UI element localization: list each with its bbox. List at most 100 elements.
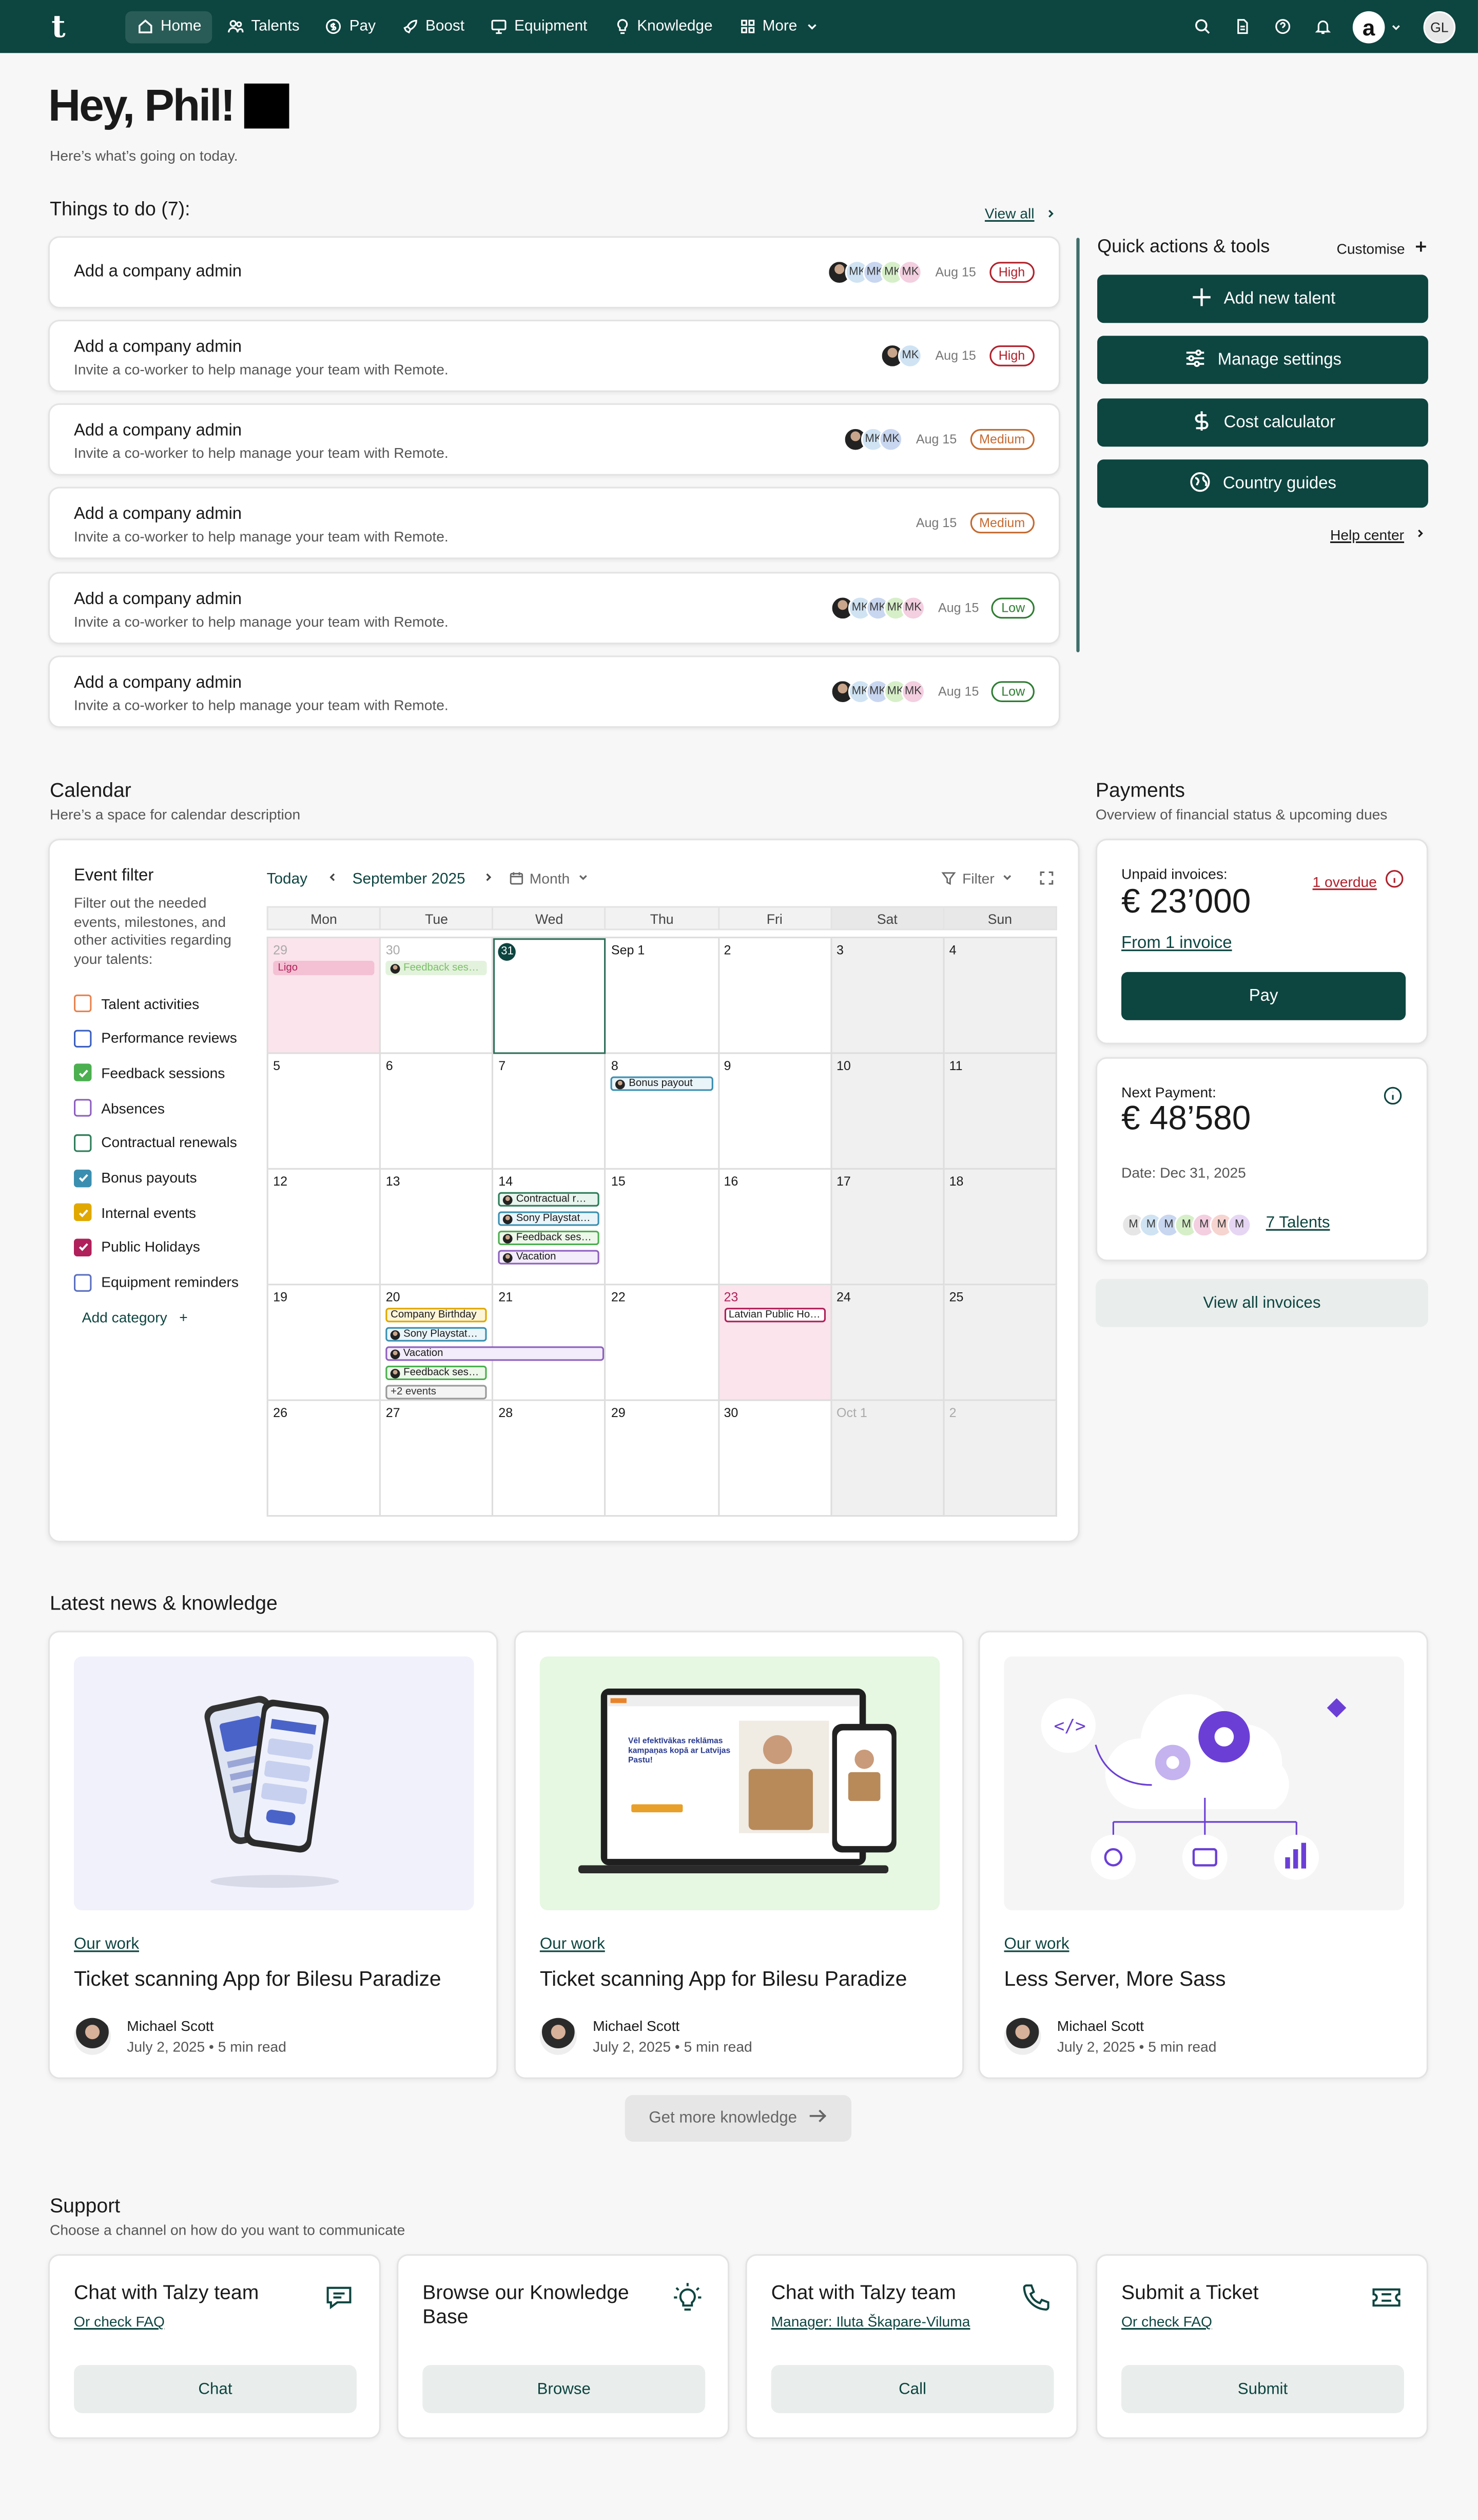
browse-button[interactable]: Browse xyxy=(422,2364,706,2413)
calendar-day[interactable]: 16 xyxy=(719,1169,832,1286)
category-filter[interactable]: Feedback sessions xyxy=(73,1064,225,1082)
nav-knowledge[interactable]: Knowledge xyxy=(601,10,724,43)
calendar-event[interactable]: Vacation xyxy=(385,1346,605,1361)
calendar-event[interactable]: Ligo xyxy=(273,960,375,976)
country-guides-button[interactable]: Country guides xyxy=(1097,459,1428,508)
calendar-day[interactable]: 15 xyxy=(606,1169,719,1286)
calendar-day[interactable]: 6 xyxy=(381,1054,494,1170)
calendar-day[interactable]: 4 xyxy=(944,938,1057,1054)
calendar-event[interactable]: Feedback ses… xyxy=(498,1230,600,1246)
checkbox-checked[interactable] xyxy=(73,1169,92,1187)
add-category-button[interactable]: Add category + xyxy=(82,1309,188,1325)
checkbox[interactable] xyxy=(73,1273,92,1291)
calendar-day[interactable]: 27 xyxy=(381,1401,494,1517)
calendar-day[interactable]: 14 Contractual r… Sony Playstat… Feedback s… xyxy=(493,1169,607,1286)
calendar-event[interactable]: Company Birthday xyxy=(385,1308,488,1323)
checkbox[interactable] xyxy=(73,1029,92,1048)
calendar-day[interactable]: 23 Latvian Public Ho… xyxy=(719,1285,832,1401)
calendar-event[interactable]: Feedback ses… xyxy=(385,960,488,976)
todo-item[interactable]: Add a company admin Invite a co-worker to… xyxy=(48,572,1061,645)
chat-button[interactable]: Chat xyxy=(73,2364,357,2413)
submit-button[interactable]: Submit xyxy=(1121,2364,1404,2413)
todo-item[interactable]: Add a company admin Invite a co-worker to… xyxy=(48,655,1061,728)
calendar-day[interactable]: 3 xyxy=(831,938,945,1054)
talents-link[interactable]: 7 Talents xyxy=(1266,1215,1330,1232)
calendar-day[interactable]: 29 Ligo xyxy=(268,938,381,1054)
calendar-day[interactable]: 24 xyxy=(831,1285,945,1401)
category-filter[interactable]: Equipment reminders xyxy=(73,1273,239,1291)
search-icon[interactable] xyxy=(1192,17,1212,36)
call-button[interactable]: Call xyxy=(771,2364,1054,2413)
calendar-event[interactable]: Feedback ses… xyxy=(385,1365,488,1381)
news-card-3[interactable]: </> Our work Less Server, More Sass Mich… xyxy=(978,1631,1428,2079)
document-icon[interactable] xyxy=(1232,17,1252,36)
company-switcher[interactable]: a xyxy=(1352,10,1403,43)
view-selector[interactable]: Month xyxy=(509,870,589,887)
add-new-talent-button[interactable]: Add new talent xyxy=(1097,275,1428,323)
faq-link[interactable]: Or check FAQ xyxy=(74,2314,165,2330)
calendar-day[interactable]: 11 xyxy=(944,1054,1057,1170)
todo-item[interactable]: Add a company admin Invite a co-worker to… xyxy=(48,319,1061,392)
calendar-day[interactable]: 29 xyxy=(606,1401,719,1517)
calendar-day[interactable]: 12 xyxy=(268,1169,381,1286)
calendar-day[interactable]: Sep 1 xyxy=(606,938,719,1054)
checkbox-checked[interactable] xyxy=(73,1204,92,1222)
calendar-day[interactable]: 7 xyxy=(493,1054,607,1170)
calendar-event[interactable]: +2 events xyxy=(385,1385,488,1400)
category-filter[interactable]: Absences xyxy=(73,1099,165,1117)
bell-icon[interactable] xyxy=(1313,17,1332,36)
help-center-link[interactable]: Help center xyxy=(1330,527,1427,543)
calendar-event[interactable]: Sony Playstat… xyxy=(385,1327,488,1342)
calendar-day[interactable]: 9 xyxy=(719,1054,832,1170)
nav-pay[interactable]: Pay xyxy=(314,10,387,43)
calendar-day[interactable]: 21 xyxy=(493,1285,607,1401)
calendar-day[interactable]: 13 xyxy=(381,1169,494,1286)
checkbox[interactable] xyxy=(73,994,92,1013)
category-filter[interactable]: Contractual renewals xyxy=(73,1134,237,1152)
pay-button[interactable]: Pay xyxy=(1121,972,1406,1020)
view-all-invoices-button[interactable]: View all invoices xyxy=(1095,1278,1428,1327)
calendar-day[interactable]: Oct 1 xyxy=(831,1401,945,1517)
talzy-logo[interactable]: t xyxy=(51,9,125,44)
faq-link[interactable]: Or check FAQ xyxy=(1121,2314,1212,2330)
calendar-event[interactable]: Sony Playstat… xyxy=(498,1211,600,1226)
calendar-day[interactable]: 17 xyxy=(831,1169,945,1286)
get-more-knowledge-button[interactable]: Get more knowledge xyxy=(625,2095,852,2142)
todo-scrollbar[interactable] xyxy=(1076,238,1080,652)
checkbox-checked[interactable] xyxy=(73,1064,92,1082)
user-avatar[interactable]: GL xyxy=(1423,10,1456,43)
expand-icon[interactable] xyxy=(1039,870,1054,887)
news-card-2[interactable]: Vēl efektīvākas reklāmas kampaņas kopā a… xyxy=(514,1631,964,2079)
news-tag[interactable]: Our work xyxy=(1004,1936,1069,1953)
info-icon[interactable] xyxy=(1383,1084,1403,1113)
calendar-day[interactable]: 2 xyxy=(944,1401,1057,1517)
nav-boost[interactable]: Boost xyxy=(390,10,476,43)
calendar-day[interactable]: 22 xyxy=(606,1285,719,1401)
calendar-day[interactable]: 8 Bonus payout xyxy=(606,1054,719,1170)
calendar-day[interactable]: 10 xyxy=(831,1054,945,1170)
todo-item[interactable]: Add a company admin Invite a co-worker to… xyxy=(48,403,1061,476)
calendar-event[interactable]: Latvian Public Ho… xyxy=(724,1308,826,1323)
calendar-day[interactable]: 31 xyxy=(493,938,607,1054)
nav-equipment[interactable]: Equipment xyxy=(479,10,598,43)
today-button[interactable]: Today xyxy=(267,870,307,887)
calendar-day[interactable]: 30 xyxy=(719,1401,832,1517)
nav-talents[interactable]: Talents xyxy=(216,10,311,43)
todo-view-all[interactable]: View all xyxy=(985,199,1057,228)
next-month-icon[interactable] xyxy=(481,871,494,887)
news-card-1[interactable]: Our work Ticket scanning App for Bilesu … xyxy=(48,1631,498,2079)
calendar-day[interactable]: 20 Company Birthday Sony Playstat… Feedback… xyxy=(381,1285,494,1401)
calendar-day[interactable]: 19 xyxy=(268,1285,381,1401)
news-tag[interactable]: Our work xyxy=(74,1936,139,1953)
category-filter[interactable]: Performance reviews xyxy=(73,1029,237,1048)
overdue-link[interactable]: 1 overdue xyxy=(1313,867,1405,896)
from-invoice-link[interactable]: From 1 invoice xyxy=(1121,934,1232,953)
calendar-day[interactable]: 28 xyxy=(493,1401,607,1517)
calendar-day[interactable]: 25 xyxy=(944,1285,1057,1401)
checkbox-checked[interactable] xyxy=(73,1238,92,1256)
calendar-event[interactable]: Contractual r… xyxy=(498,1192,600,1207)
news-tag[interactable]: Our work xyxy=(540,1936,605,1953)
category-filter[interactable]: Public Holidays xyxy=(73,1238,200,1256)
category-filter[interactable]: Talent activities xyxy=(73,994,199,1013)
help-icon[interactable] xyxy=(1272,17,1292,36)
